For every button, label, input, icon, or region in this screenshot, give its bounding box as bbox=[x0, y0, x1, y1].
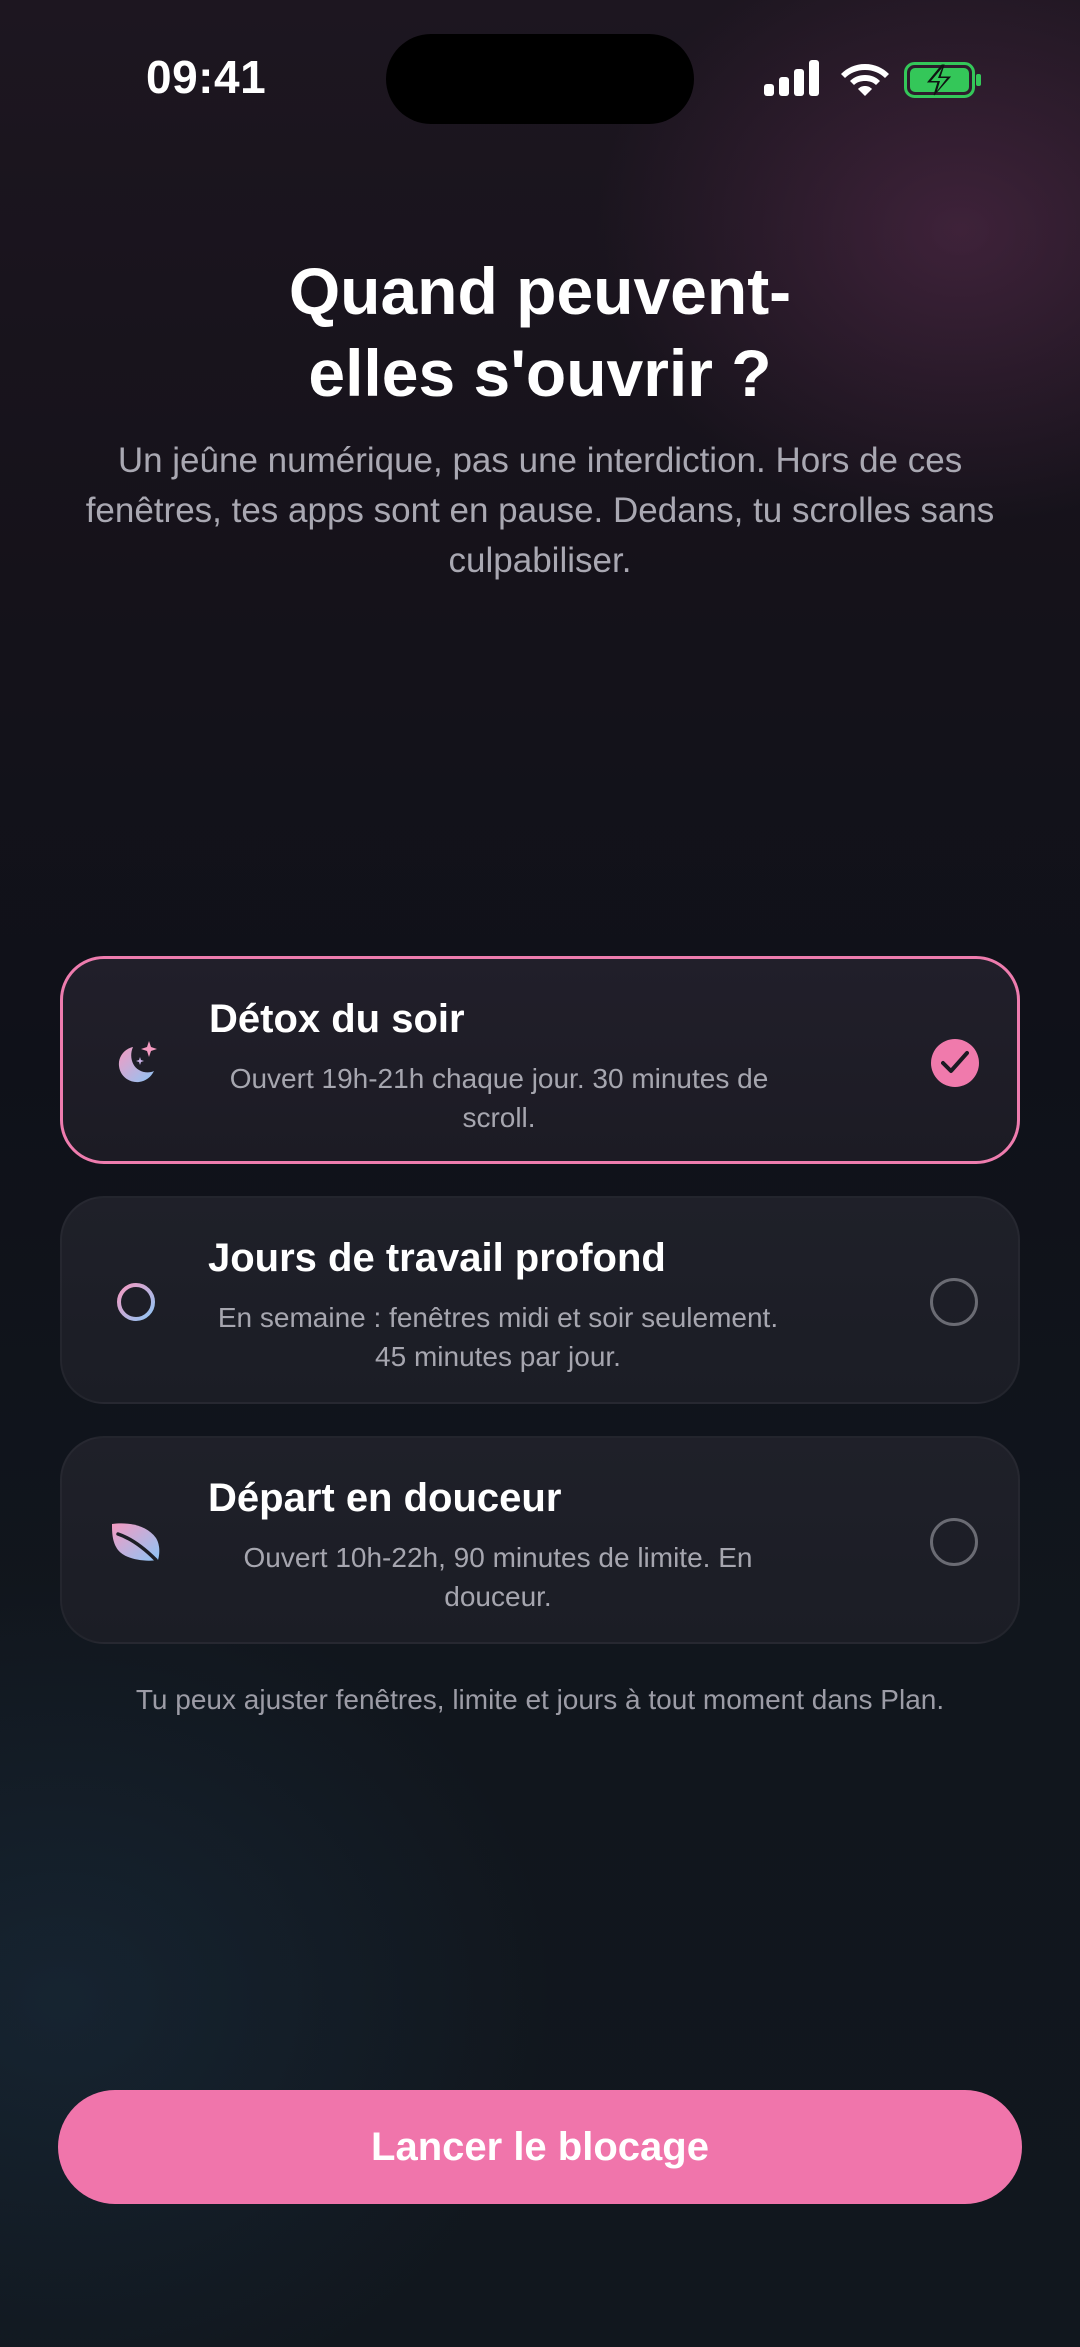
option-description: En semaine : fenêtres midi et soir seule… bbox=[217, 1302, 779, 1372]
start-blocking-button[interactable]: Lancer le blocage bbox=[58, 2090, 1022, 2204]
option-card-gentle-start[interactable]: Départ en douceur Ouvert 10h-22h, 90 min… bbox=[60, 1436, 1020, 1644]
page-title-line-1: Quand peuvent- bbox=[288, 254, 792, 328]
signal-icon bbox=[764, 60, 819, 96]
footnote: Tu peux ajuster fenêtres, limite et jour… bbox=[135, 1684, 945, 1715]
page-subtitle: Un jeûne numérique, pas une interdiction… bbox=[85, 441, 995, 580]
option-title: Départ en douceur bbox=[208, 1476, 562, 1520]
page-title-line-2: elles s'ouvrir ? bbox=[308, 336, 772, 410]
moon-stars-icon bbox=[118, 1041, 157, 1083]
option-title: Jours de travail profond bbox=[208, 1236, 666, 1280]
leaf-icon bbox=[112, 1523, 160, 1562]
status-time: 09:41 bbox=[146, 51, 267, 103]
checkmark-icon bbox=[941, 1051, 969, 1073]
wifi-icon bbox=[841, 64, 889, 96]
dynamic-island bbox=[386, 34, 694, 124]
status-icons bbox=[764, 58, 984, 102]
radio-unchecked[interactable] bbox=[930, 1278, 978, 1326]
radio-unchecked[interactable] bbox=[930, 1518, 978, 1566]
option-title: Détox du soir bbox=[209, 997, 465, 1041]
option-description: Ouvert 10h-22h, 90 minutes de limite. En… bbox=[243, 1542, 753, 1612]
option-description: Ouvert 19h-21h chaque jour. 30 minutes d… bbox=[229, 1063, 769, 1133]
option-card-evening-detox[interactable]: Détox du soir Ouvert 19h-21h chaque jour… bbox=[60, 956, 1020, 1164]
battery-charging-icon bbox=[904, 62, 981, 98]
option-card-deep-work-days[interactable]: Jours de travail profond En semaine : fe… bbox=[60, 1196, 1020, 1404]
status-bar: 09:41 bbox=[0, 0, 1080, 160]
page-title: Quand peuvent- elles s'ouvrir ? bbox=[0, 250, 1080, 414]
crosshair-icon bbox=[108, 1274, 164, 1330]
radio-checked[interactable] bbox=[931, 1039, 979, 1087]
